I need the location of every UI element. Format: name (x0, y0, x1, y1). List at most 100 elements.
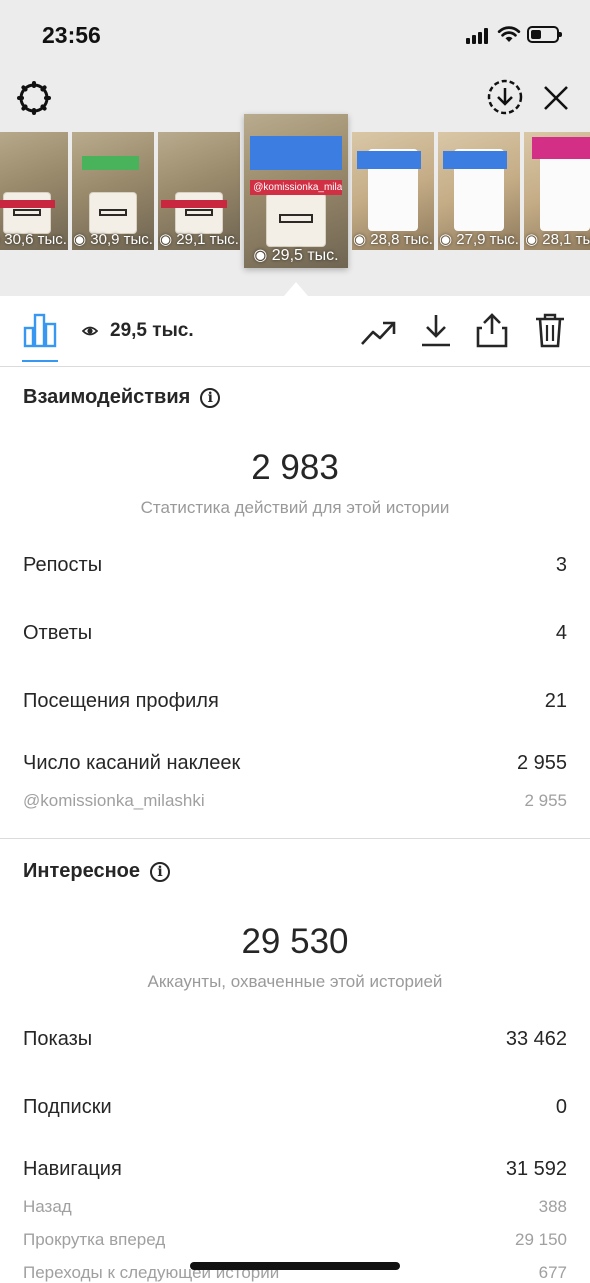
discovery-title: Интересное i (23, 860, 170, 883)
active-tab-indicator (22, 360, 58, 362)
download-icon (422, 315, 450, 347)
story-thumbnail[interactable]: ◉ 30,6 тыс. (0, 132, 68, 250)
story-view-count: ◉ 29,5 тыс. (253, 247, 339, 264)
settings-button[interactable] (14, 78, 54, 118)
stat-label: Репосты (23, 554, 103, 576)
stat-label: Назад (23, 1197, 72, 1216)
close-button[interactable] (536, 78, 576, 118)
story-thumbnail[interactable]: ◉ 30,9 тыс. (72, 132, 154, 250)
download-archive-button[interactable] (484, 76, 526, 118)
story-image (176, 193, 222, 234)
story-caption-overlay (0, 200, 55, 209)
selected-story-pointer (284, 282, 308, 296)
circle-download-icon (487, 79, 523, 115)
story-thumbnail[interactable]: ◉ 27,9 тыс. (438, 132, 520, 250)
stat-value: 0 (555, 1096, 567, 1118)
stat-value: 3 (555, 554, 567, 576)
discovery-total: 29 530 (241, 922, 349, 961)
delete-button[interactable] (530, 310, 570, 350)
promote-button[interactable] (358, 312, 398, 352)
stat-row-navigation: Навигация 31 592 (23, 1158, 567, 1181)
story-view-count-value: 28,1 тыс. (542, 231, 590, 248)
story-view-count-value: 30,9 тыс. (90, 231, 153, 248)
story-thumbnail[interactable]: ◉ 28,8 тыс. (352, 132, 434, 250)
story-view-count: ◉ 30,9 тыс. (73, 231, 153, 248)
bar-chart-icon (23, 313, 57, 348)
save-button[interactable] (416, 310, 456, 350)
story-view-count-value: 28,8 тыс. (370, 231, 433, 248)
story-caption-overlay (250, 136, 342, 170)
story-view-count: ◉ 30,6 тыс. (0, 230, 68, 248)
insights-tab[interactable] (20, 310, 60, 350)
home-indicator[interactable] (190, 1262, 400, 1270)
story-thumbnail[interactable]: ◉ 29,1 тыс. (158, 132, 240, 250)
interactions-total: 2 983 (251, 448, 339, 487)
story-view-count: ◉ 27,9 тыс. (439, 231, 519, 248)
story-view-count-value: 30,6 тыс. (4, 231, 67, 248)
story-image (90, 193, 136, 234)
story-caption-overlay (532, 136, 590, 159)
section-divider (0, 838, 590, 839)
views-count: 29,5 тыс. (110, 320, 194, 341)
info-icon[interactable]: i (200, 387, 221, 408)
stat-row-replies: Ответы 4 (23, 622, 567, 645)
stat-value: 21 (544, 690, 567, 712)
story-thumbnail-strip: ◉ 30,6 тыс. ◉ 30,9 тыс. ◉ 29,1 тыс. @komiss… (0, 114, 590, 274)
story-toolbar: 29,5 тыс. (0, 296, 590, 367)
share-button[interactable] (472, 310, 512, 350)
interactions-title: Взаимодействия i (23, 386, 221, 409)
stat-value: 31 592 (505, 1158, 567, 1180)
story-image (4, 193, 50, 234)
discovery-title-text: Интересное (23, 860, 140, 882)
trash-icon (536, 313, 564, 348)
stat-row-impressions: Показы 33 462 (23, 1028, 567, 1051)
stat-row-back: Назад 388 (23, 1197, 567, 1217)
stat-value: 33 462 (505, 1028, 567, 1050)
story-view-count-value: 29,1 тыс. (176, 231, 239, 248)
story-view-count: ◉ 28,8 тыс. (353, 231, 433, 248)
signal-icon (466, 28, 492, 44)
trending-up-icon (361, 321, 396, 345)
story-caption-overlay (161, 200, 227, 209)
stat-row-sticker-mention: @komissionka_milashki 2 955 (23, 791, 567, 811)
stat-label: Навигация (23, 1158, 122, 1180)
story-caption-overlay (81, 155, 140, 170)
gear-icon (17, 81, 51, 115)
info-icon[interactable]: i (150, 861, 170, 882)
discovery-caption: Аккаунты, охваченные этой историей (147, 972, 443, 991)
status-time: 23:56 (42, 22, 101, 48)
battery-icon (527, 26, 562, 43)
stat-row-follows: Подписки 0 (23, 1096, 567, 1119)
story-thumbnail[interactable]: ◉ 28,1 тыс. (524, 132, 590, 250)
close-icon (544, 86, 568, 110)
story-image (540, 148, 590, 232)
interactions-caption: Статистика действий для этой истории (140, 498, 450, 517)
views-summary: 29,5 тыс. (82, 320, 194, 342)
story-mention-sticker: @komissionka_milashki (250, 180, 342, 195)
stat-value: 2 955 (516, 752, 567, 774)
story-view-count-value: 29,5 тыс. (271, 247, 339, 264)
story-caption-overlay (442, 150, 507, 169)
stat-row-sticker-taps: Число касаний наклеек 2 955 (23, 752, 567, 775)
interactions-title-text: Взаимодействия (23, 386, 191, 408)
stat-label: Показы (23, 1028, 93, 1050)
story-caption-overlay (356, 150, 421, 169)
wifi-icon (497, 26, 521, 42)
story-view-count: ◉ 28,1 тыс. (524, 230, 590, 248)
story-view-count: ◉ 29,1 тыс. (159, 231, 239, 248)
stat-row-forward: Прокрутка вперед 29 150 (23, 1230, 567, 1250)
stat-label: Прокрутка вперед (23, 1230, 166, 1249)
story-thumbnail[interactable]: @komissionka_milashki ◉ 29,5 тыс. (244, 114, 348, 268)
stat-label: Посещения профиля (23, 690, 219, 712)
stat-label: Ответы (23, 622, 93, 644)
stat-value: 388 (538, 1197, 567, 1216)
stat-row-profile-visits: Посещения профиля 21 (23, 690, 567, 713)
stat-label: @komissionka_milashki (23, 791, 205, 810)
story-view-count-value: 27,9 тыс. (456, 231, 519, 248)
stat-label: Подписки (23, 1096, 112, 1118)
status-bar: 23:56 (0, 0, 590, 70)
share-icon (476, 313, 508, 348)
stat-value: 2 955 (524, 791, 567, 810)
story-preview-area: 23:56 30,6 тыс. ◉ 30,9 тыс. ◉ 29,1 тыс. … (0, 0, 590, 296)
stat-value: 677 (538, 1263, 567, 1282)
